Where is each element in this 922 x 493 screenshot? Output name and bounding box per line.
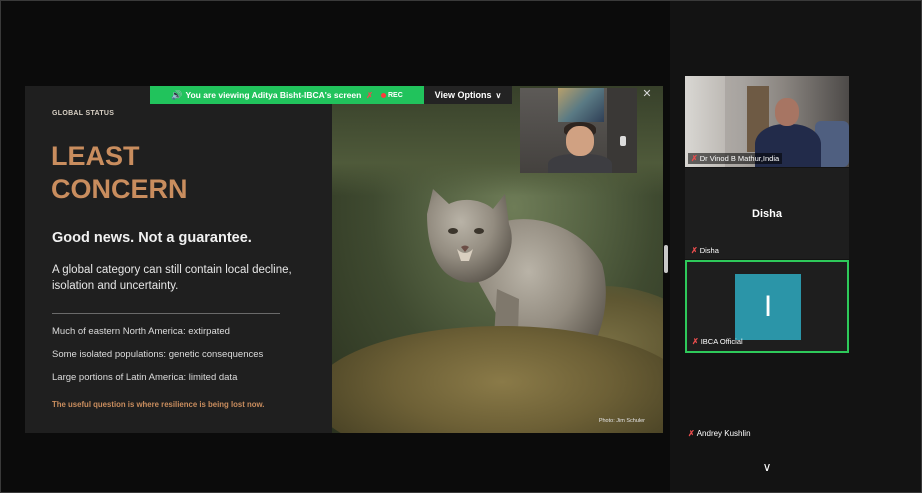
poster	[558, 88, 604, 122]
photo-credit: Photo: Jim Schuler	[598, 418, 645, 424]
view-options-button[interactable]: View Options ∨	[424, 86, 512, 104]
rec-label: REC	[387, 91, 403, 99]
presenter-head	[566, 126, 594, 156]
chevron-down-icon[interactable]: ∨	[758, 459, 776, 475]
recording-indicator: REC	[380, 91, 403, 99]
status-line-2: CONCERN	[51, 174, 188, 204]
chevron-down-icon: ∨	[495, 90, 502, 100]
muted-mic-icon: ✗	[688, 429, 695, 438]
participant-name: Disha	[699, 246, 719, 255]
screen-share-banner[interactable]: 🔊 You are viewing Aditya Bisht-IBCA's sc…	[150, 86, 424, 104]
presenter-body	[548, 154, 612, 173]
slide-callout: The useful question is where resilience …	[52, 400, 265, 409]
slide-description: A global category can still contain loca…	[52, 264, 292, 292]
participant-tile-active[interactable]: I ✗ IBCA Official	[685, 260, 849, 353]
close-icon[interactable]: ✕	[640, 87, 654, 101]
viewing-text: You are viewing Aditya Bisht-IBCA's scre…	[185, 90, 362, 100]
muted-mic-icon: ✗	[691, 246, 698, 255]
bullet-item: Some isolated populations: genetic conse…	[52, 349, 264, 360]
divider	[52, 313, 280, 314]
status-line-1: LEAST	[51, 141, 140, 171]
muted-mic-icon: ✗	[366, 90, 373, 100]
avatar: I	[735, 274, 801, 340]
participant-name-tag: ✗ Disha	[688, 245, 722, 256]
slide-tag: GLOBAL STATUS	[52, 110, 115, 117]
participant-name: Andrey Kushlin	[696, 429, 751, 438]
grass	[332, 326, 663, 433]
wall	[607, 88, 637, 173]
presenter-video	[520, 88, 637, 173]
participant-display-name: Disha	[752, 208, 782, 220]
rec-dot-icon	[380, 92, 386, 98]
speaker-icon: 🔊	[171, 89, 183, 100]
participant-name-tag: ✗ Dr Vinod B Mathur,India	[688, 153, 783, 164]
muted-mic-icon: ✗	[691, 154, 698, 163]
muted-mic-icon: ✗	[692, 337, 699, 346]
slide-headline: Good news. Not a guarantee.	[52, 230, 252, 246]
bullet-item: Much of eastern North America: extirpate…	[52, 326, 230, 337]
participant-name: IBCA Official	[700, 337, 743, 346]
participant-name: Dr Vinod B Mathur,India	[699, 154, 780, 163]
split-drag-handle[interactable]	[664, 245, 668, 273]
participant-list-item[interactable]: ✗ Andrey Kushlin	[688, 429, 751, 438]
slide-text-panel: GLOBAL STATUS LEAST CONCERN Good news. N…	[25, 86, 332, 433]
status-title: LEAST CONCERN	[51, 140, 188, 206]
participant-name-tag: ✗ IBCA Official	[689, 336, 746, 347]
view-options-label: View Options	[434, 90, 492, 100]
bullet-item: Large portions of Latin America: limited…	[52, 372, 238, 383]
wall-outlet	[620, 136, 626, 146]
participant-tile[interactable]: Disha ✗ Disha	[685, 168, 849, 259]
participant-tile[interactable]: ✗ Dr Vinod B Mathur,India	[685, 76, 849, 167]
participant-face	[775, 98, 799, 126]
